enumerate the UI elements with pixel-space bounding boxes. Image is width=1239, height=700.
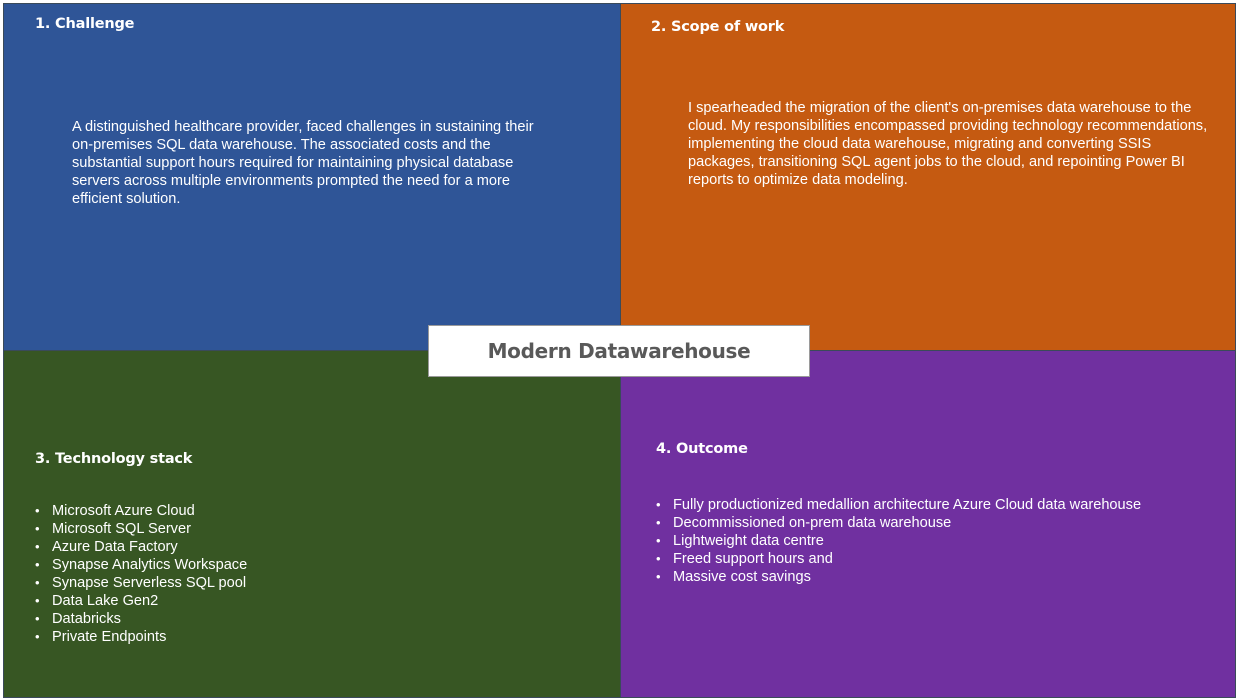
list-item: Freed support hours and: [656, 550, 1141, 568]
scope-text: I spearheaded the migration of the clien…: [688, 100, 1208, 188]
tech-stack-heading: 3. Technology stack: [35, 451, 193, 467]
center-title-box: Modern Datawarehouse: [428, 325, 810, 377]
outcome-panel: 4. Outcome Fully productionized medallio…: [620, 350, 1236, 698]
challenge-text: A distinguished healthcare provider, fac…: [72, 119, 534, 207]
outcome-list: Fully productionized medallion architect…: [656, 496, 1141, 586]
list-item: Data Lake Gen2: [35, 592, 247, 610]
scope-heading: 2. Scope of work: [651, 19, 785, 35]
list-item: Databricks: [35, 610, 247, 628]
challenge-panel: 1. Challenge A distinguished healthcare …: [3, 3, 621, 351]
center-title: Modern Datawarehouse: [487, 339, 751, 363]
list-item: Azure Data Factory: [35, 538, 247, 556]
list-item: Decommissioned on-prem data warehouse: [656, 514, 1141, 532]
list-item: Private Endpoints: [35, 628, 247, 646]
scope-panel: 2. Scope of work I spearheaded the migra…: [620, 3, 1236, 351]
list-item: Fully productionized medallion architect…: [656, 496, 1141, 514]
list-item: Synapse Analytics Workspace: [35, 556, 247, 574]
tech-stack-list: Microsoft Azure Cloud Microsoft SQL Serv…: [35, 502, 247, 646]
challenge-heading: 1. Challenge: [35, 16, 135, 32]
list-item: Microsoft Azure Cloud: [35, 502, 247, 520]
list-item: Lightweight data centre: [656, 532, 1141, 550]
list-item: Microsoft SQL Server: [35, 520, 247, 538]
list-item: Massive cost savings: [656, 568, 1141, 586]
outcome-heading: 4. Outcome: [656, 441, 748, 457]
tech-stack-panel: 3. Technology stack Microsoft Azure Clou…: [3, 350, 621, 698]
list-item: Synapse Serverless SQL pool: [35, 574, 247, 592]
